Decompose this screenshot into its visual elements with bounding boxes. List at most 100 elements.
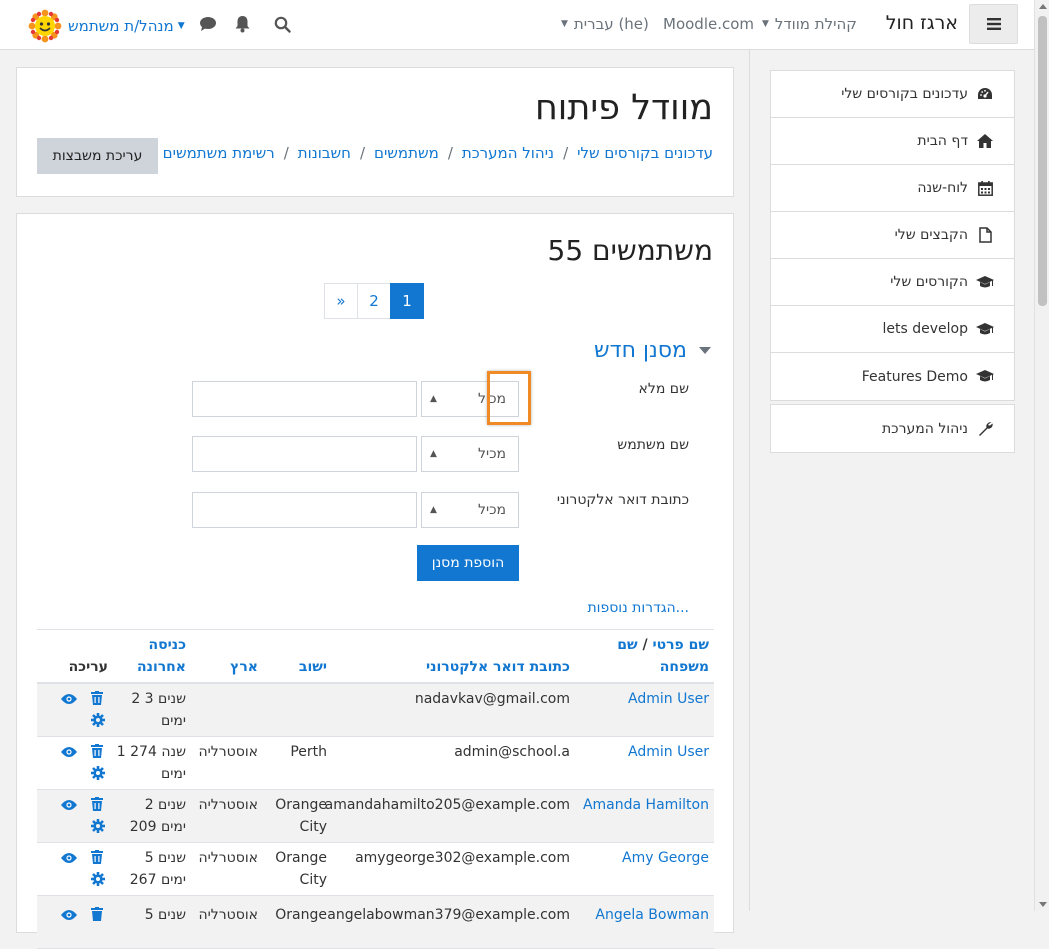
page-scrollbar[interactable]	[1034, 0, 1049, 911]
sidebar-item-course-features-demo[interactable]: Features Demo	[771, 353, 1014, 400]
table-row: Admin User nadavkav@gmail.com 2 שנים 3 י…	[37, 684, 714, 737]
caret-down-icon: ▼	[762, 19, 769, 29]
view-eye-icon[interactable]	[61, 693, 77, 708]
messages-button[interactable]	[199, 16, 217, 32]
delete-trash-icon[interactable]	[91, 691, 103, 708]
breadcrumb-separator: /	[447, 144, 453, 162]
nav-drawer-admin: ניהול המערכת	[770, 404, 1015, 453]
user-name-link[interactable]: Amanda Hamilton	[583, 794, 709, 816]
hamburger-button[interactable]	[969, 4, 1018, 44]
user-country: אוסטרליה	[198, 907, 258, 923]
calendar-icon	[976, 180, 994, 196]
view-eye-icon[interactable]	[61, 852, 77, 867]
sidebar-item-my-courses[interactable]: הקורסים שלי	[771, 259, 1014, 306]
header-slash: /	[642, 637, 648, 653]
nav-drawer-list: עדכונים בקורסים שלי דף הבית לוח-שנה הקבצ…	[770, 70, 1015, 401]
settings-gear-icon[interactable]	[91, 766, 105, 783]
users-count-title: 55 משתמשים	[547, 234, 714, 267]
fullname-value-input[interactable]	[192, 381, 417, 417]
breadcrumb-dashboard[interactable]: עדכונים בקורסים שלי	[577, 144, 713, 162]
bell-icon	[235, 16, 250, 33]
user-email: nadavkav@gmail.com	[414, 691, 570, 707]
breadcrumb-accounts[interactable]: חשבונות	[298, 144, 351, 162]
sidebar-item-calendar[interactable]: לוח-שנה	[771, 165, 1014, 212]
top-navbar: ארגז חול קהילת מוודל ▼ Moodle.com עברית …	[0, 0, 1049, 50]
add-filter-button[interactable]: הוספת מסנן	[417, 545, 519, 581]
sidebar-item-label: דף הבית	[917, 133, 968, 149]
user-last-access: 5 שנים 267 ימים	[130, 847, 186, 891]
user-name-link[interactable]: Admin User	[628, 741, 709, 763]
sidebar-item-dashboard[interactable]: עדכונים בקורסים שלי	[771, 71, 1014, 118]
breadcrumb-users[interactable]: משתמשים	[374, 144, 439, 162]
email-column-header[interactable]: כתובת דואר אלקטרוני	[426, 656, 570, 678]
username-operator-select[interactable]: מכיל ▲	[421, 436, 519, 472]
username-value-input[interactable]	[192, 436, 417, 472]
delete-trash-icon[interactable]	[91, 797, 103, 814]
row-actions	[61, 690, 105, 730]
view-eye-icon[interactable]	[61, 799, 77, 814]
select-arrow-icon: ▲	[430, 449, 437, 459]
page-title: מוודל פיתוח	[534, 88, 713, 128]
home-icon	[976, 134, 994, 148]
delete-trash-icon[interactable]	[91, 744, 103, 761]
user-country: אוסטרליה	[198, 744, 258, 760]
sidebar-item-course-lets-develop[interactable]: lets develop	[771, 306, 1014, 353]
breadcrumb-browse-users[interactable]: רשימת משתמשים	[163, 144, 275, 162]
new-filter-header[interactable]: מסנן חדש	[594, 338, 711, 363]
site-brand[interactable]: ארגז חול	[868, 12, 958, 34]
graduation-cap-icon	[976, 370, 994, 383]
user-name-link[interactable]: Admin User	[628, 688, 709, 710]
delete-trash-icon[interactable]	[91, 850, 103, 867]
pagination-page-1[interactable]: 1	[390, 283, 424, 319]
users-main: 55 משתמשים » 2 1 מסנן חדש שם מלא מכיל ▲ …	[16, 213, 734, 949]
user-name-link[interactable]: Angela Bowman	[595, 904, 709, 926]
sort-lastname-2[interactable]: משפחה	[660, 659, 709, 675]
view-eye-icon[interactable]	[61, 746, 77, 761]
email-value-input[interactable]	[192, 492, 417, 528]
wrench-icon	[976, 421, 994, 436]
select-arrow-icon: ▲	[430, 394, 437, 404]
last-access-2: ימים	[160, 713, 186, 729]
view-eye-icon[interactable]	[61, 909, 77, 924]
sort-firstname[interactable]: שם פרטי	[652, 637, 709, 653]
scrollbar-thumb[interactable]	[1038, 16, 1047, 306]
pagination-next[interactable]: »	[324, 283, 358, 319]
notifications-button[interactable]	[234, 15, 251, 33]
last-access-2: 267 ימים	[129, 872, 186, 888]
avatar	[28, 9, 62, 43]
search-button[interactable]	[274, 16, 291, 33]
city-column-header[interactable]: ישוב	[299, 656, 327, 678]
moodle-com-link[interactable]: Moodle.com	[663, 15, 754, 33]
sidebar-item-label: עדכונים בקורסים שלי	[841, 86, 968, 102]
sidebar-item-home[interactable]: דף הבית	[771, 118, 1014, 165]
last-access-column-header[interactable]: כניסה אחרונה	[137, 634, 186, 678]
settings-gear-icon[interactable]	[91, 872, 105, 889]
focus-highlight	[487, 371, 531, 425]
sort-lastname[interactable]: שם	[617, 637, 637, 653]
user-menu-label: מנהל/ת משתמש	[68, 17, 174, 35]
user-email: admin@school.a	[454, 744, 570, 760]
sidebar-item-private-files[interactable]: הקבצים שלי	[771, 212, 1014, 259]
sidebar-item-site-admin[interactable]: ניהול המערכת	[771, 405, 1014, 452]
community-menu[interactable]: קהילת מוודל ▼	[762, 15, 857, 33]
language-menu[interactable]: עברית (he) ▼	[561, 15, 649, 33]
settings-gear-icon[interactable]	[91, 819, 105, 836]
breadcrumb-site-admin[interactable]: ניהול המערכת	[462, 144, 554, 162]
scroll-up-icon[interactable]	[1039, 4, 1047, 9]
pagination-page-2[interactable]: 2	[357, 283, 391, 319]
more-settings-link[interactable]: הגדרות נוספות...	[587, 600, 689, 616]
delete-trash-icon[interactable]	[91, 907, 103, 924]
country-column-header[interactable]: ארץ	[230, 656, 258, 678]
user-name-link[interactable]: Amy George	[622, 847, 709, 869]
collapse-caret-icon	[699, 347, 711, 354]
users-table: שם פרטי / שם משפחה כתובת דואר אלקטרוני י…	[37, 629, 714, 949]
email-operator-select[interactable]: מכיל ▲	[421, 492, 519, 528]
scroll-down-icon[interactable]	[1039, 902, 1047, 907]
user-menu[interactable]: מנהל/ת משתמש ▼	[28, 9, 185, 43]
language-label: עברית (he)	[573, 15, 649, 33]
settings-gear-icon[interactable]	[91, 713, 105, 730]
fullname-filter-label: שם מלא	[638, 381, 689, 397]
email-filter-label: כתובת דואר אלקטרוני	[556, 492, 689, 508]
sidebar-item-label: Features Demo	[861, 368, 968, 385]
edit-blocks-button[interactable]: עריכת משבצות	[37, 138, 158, 174]
